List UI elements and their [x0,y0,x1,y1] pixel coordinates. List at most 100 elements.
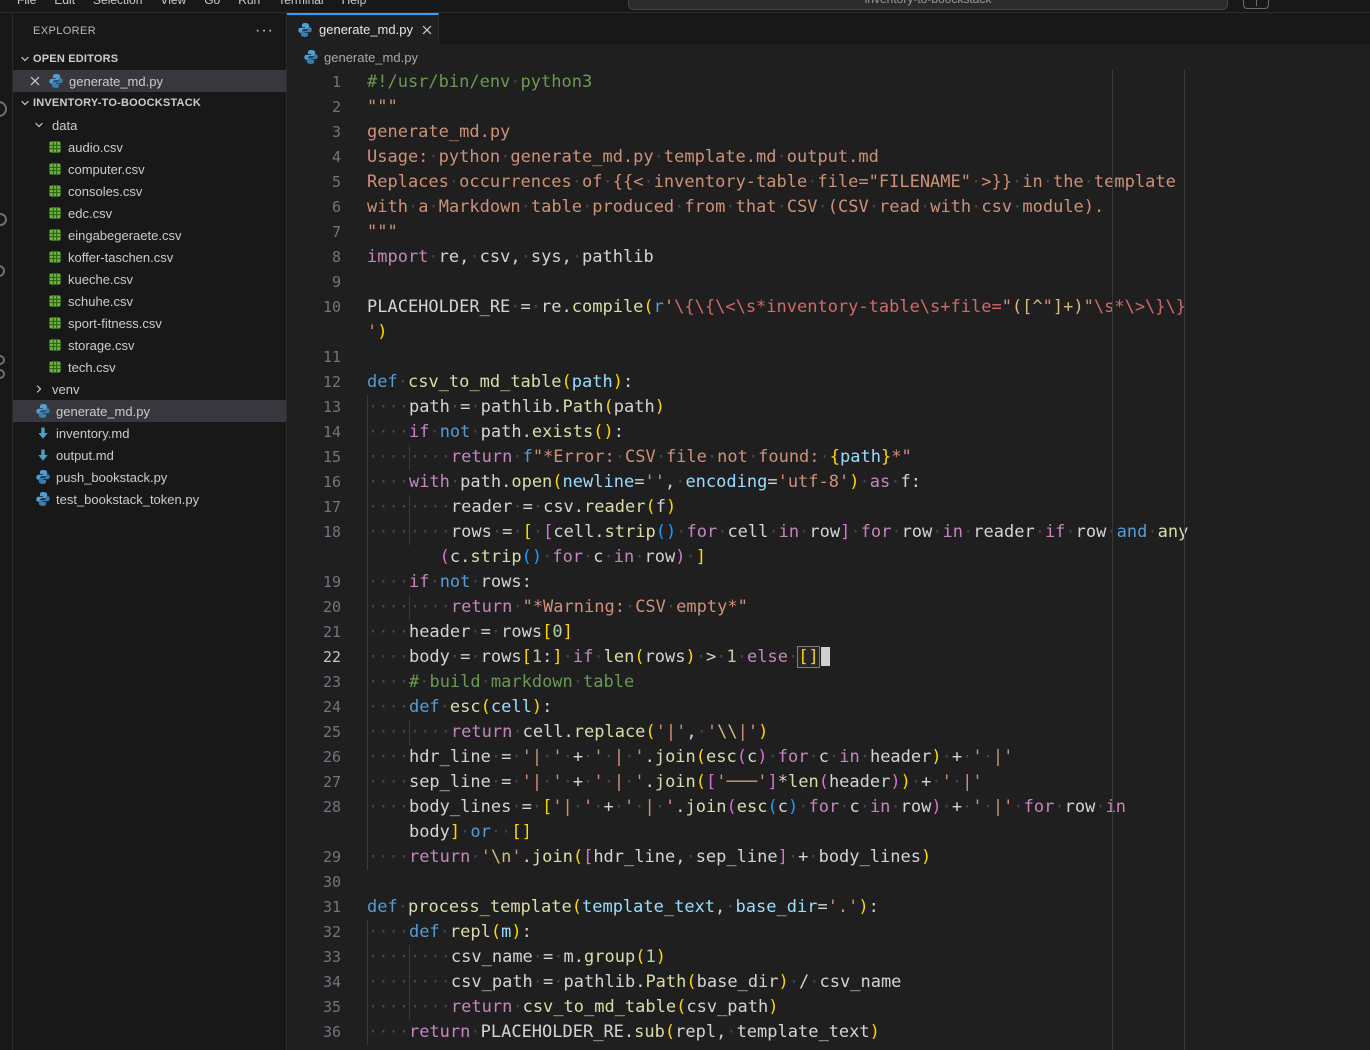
tree-item-audio-csv[interactable]: audio.csv [13,136,286,158]
code-line-4[interactable]: 4Usage:·python·generate_md.py·template.m… [287,145,1370,170]
line-number: 20 [287,595,341,620]
chevron-down-icon [17,51,33,67]
tree-item-test-bookstack-token-py[interactable]: test_bookstack_token.py [13,488,286,510]
activity-bar-icon-fragment [0,369,5,379]
menu-item-help[interactable]: Help [335,0,374,9]
code-line-13[interactable]: 13····path·=·pathlib.Path(path) [287,395,1370,420]
activity-bar-icon-fragment [0,101,7,117]
code-line-19[interactable]: 19····if·not·rows: [287,570,1370,595]
tree-item-schuhe-csv[interactable]: schuhe.csv [13,290,286,312]
code-line-15[interactable]: 15········return·f"*Error:·CSV·file·not·… [287,445,1370,470]
tree-item-label: data [52,118,77,133]
menu-item-run[interactable]: Run [231,0,267,9]
menu-item-edit[interactable]: Edit [47,0,82,9]
code-line-22[interactable]: 22····body·=·rows[1:]·if·len(rows)·>·1·e… [287,645,1370,670]
code-line-18[interactable]: 18········rows·=·[·[cell.strip()·for·cel… [287,520,1370,545]
tree-item-kueche-csv[interactable]: kueche.csv [13,268,286,290]
code-line-27[interactable]: 27····sep_line·=·'|·'·+·'·|·'.join(['───… [287,770,1370,795]
code-line-23[interactable]: 23····#·build·markdown·table [287,670,1370,695]
code-line-16[interactable]: 16····with·path.open(newline='',·encodin… [287,470,1370,495]
code-line-7[interactable]: 7""" [287,220,1370,245]
tree-item-consoles-csv[interactable]: consoles.csv [13,180,286,202]
code-line-31[interactable]: 31def·process_template(template_text,·ba… [287,895,1370,920]
code-line-28[interactable]: 28····body_lines·=·['|·'·+·'·|·'.join(es… [287,795,1370,820]
code-line-12[interactable]: 12def·csv_to_md_table(path): [287,370,1370,395]
tree-item-push-bookstack-py[interactable]: push_bookstack.py [13,466,286,488]
csv-icon [47,227,63,243]
code-line-34[interactable]: 34········csv_path·=·pathlib.Path(base_d… [287,970,1370,995]
line-number: 7 [287,220,341,245]
menu-item-selection[interactable]: Selection [86,0,149,9]
menu-item-view[interactable]: View [153,0,193,9]
code-area[interactable]: 1#!/usr/bin/env·python32"""3generate_md.… [287,70,1370,1050]
code-line-32[interactable]: 32····def·repl(m): [287,920,1370,945]
code-line-wrap[interactable]: ····body]·or··[] [287,820,1370,845]
code-line-9[interactable]: 9 [287,270,1370,295]
command-center[interactable]: inventory-to-boockstack [628,0,1228,10]
code-line-wrap[interactable]: ') [287,320,1370,345]
line-number: 26 [287,745,341,770]
tab-generate-md-py[interactable]: generate_md.py [287,13,439,44]
breadcrumb-item[interactable]: generate_md.py [324,50,418,65]
code-line-17[interactable]: 17········reader·=·csv.reader(f) [287,495,1370,520]
tree-item-koffer-taschen-csv[interactable]: koffer-taschen.csv [13,246,286,268]
csv-icon [47,139,63,155]
code-line-21[interactable]: 21····header·=·rows[0] [287,620,1370,645]
menu-item-file[interactable]: File [10,0,43,9]
line-number: 31 [287,895,341,920]
tree-item-sport-fitness-csv[interactable]: sport-fitness.csv [13,312,286,334]
code-line-2[interactable]: 2""" [287,95,1370,120]
python-icon [35,491,51,507]
code-line-35[interactable]: 35········return·csv_to_md_table(csv_pat… [287,995,1370,1020]
menu-item-terminal[interactable]: Terminal [271,0,330,9]
chevron-right-icon [31,381,47,397]
tree-item-generate-md-py[interactable]: generate_md.py [13,400,286,422]
code-line-11[interactable]: 11 [287,345,1370,370]
tree-item-inventory-md[interactable]: inventory.md [13,422,286,444]
code-line-24[interactable]: 24····def·esc(cell): [287,695,1370,720]
code-line-26[interactable]: 26····hdr_line·=·'|·'·+·'·|·'.join(esc(c… [287,745,1370,770]
line-number: 18 [287,520,341,545]
layout-toggle-button[interactable] [1243,0,1269,9]
line-number: 36 [287,1020,341,1045]
tree-item-storage-csv[interactable]: storage.csv [13,334,286,356]
code-line-25[interactable]: 25········return·cell.replace('|',·'\\|'… [287,720,1370,745]
explorer-actions-button[interactable]: ··· [255,27,274,35]
section-root-folder[interactable]: INVENTORY-TO-BOOCKSTACK [13,92,286,114]
root-folder-label: INVENTORY-TO-BOOCKSTACK [33,97,201,109]
tab-close-icon[interactable] [419,22,435,38]
tree-item-venv[interactable]: venv [13,378,286,400]
tree-item-data[interactable]: data [13,114,286,136]
breadcrumb[interactable]: generate_md.py [287,44,1370,70]
code-line-1[interactable]: 1#!/usr/bin/env·python3 [287,70,1370,95]
code-line-30[interactable]: 30 [287,870,1370,895]
close-icon[interactable] [27,73,43,89]
code-line-20[interactable]: 20········return·"*Warning:·CSV·empty*" [287,595,1370,620]
code-line-10[interactable]: 10PLACEHOLDER_RE·=·re.compile(r'\{\{\<\s… [287,295,1370,320]
code-line-wrap[interactable]: ···· (c.strip()·for·c·in·row)·] [287,545,1370,570]
line-number: 8 [287,245,341,270]
tree-item-computer-csv[interactable]: computer.csv [13,158,286,180]
code-line-6[interactable]: 6with·a·Markdown·table·produced·from·tha… [287,195,1370,220]
tree-item-tech-csv[interactable]: tech.csv [13,356,286,378]
tree-item-edc-csv[interactable]: edc.csv [13,202,286,224]
md-icon [35,447,51,463]
tree-item-eingabegeraete-csv[interactable]: eingabegeraete.csv [13,224,286,246]
code-line-33[interactable]: 33········csv_name·=·m.group(1) [287,945,1370,970]
md-icon [35,425,51,441]
tree-item-output-md[interactable]: output.md [13,444,286,466]
open-editor-item[interactable]: generate_md.py [13,70,286,92]
code-line-14[interactable]: 14····if·not·path.exists(): [287,420,1370,445]
code-line-3[interactable]: 3generate_md.py [287,120,1370,145]
code-line-36[interactable]: 36····return·PLACEHOLDER_RE.sub(repl,·te… [287,1020,1370,1045]
menu-item-go[interactable]: Go [197,0,227,9]
section-open-editors[interactable]: OPEN EDITORS [13,48,286,70]
line-number: 12 [287,370,341,395]
tree-item-label: eingabegeraete.csv [68,228,181,243]
code-line-29[interactable]: 29····return·'\n'.join([hdr_line,·sep_li… [287,845,1370,870]
title-bar: File Edit Selection View Go Run Terminal Help i… [0,0,1370,13]
code-line-5[interactable]: 5Replaces·occurrences·of·{{<·inventory-t… [287,170,1370,195]
column-ruler [1184,70,1185,1050]
code-line-8[interactable]: 8import·re,·csv,·sys,·pathlib [287,245,1370,270]
activity-bar-icon-fragment [0,213,7,226]
